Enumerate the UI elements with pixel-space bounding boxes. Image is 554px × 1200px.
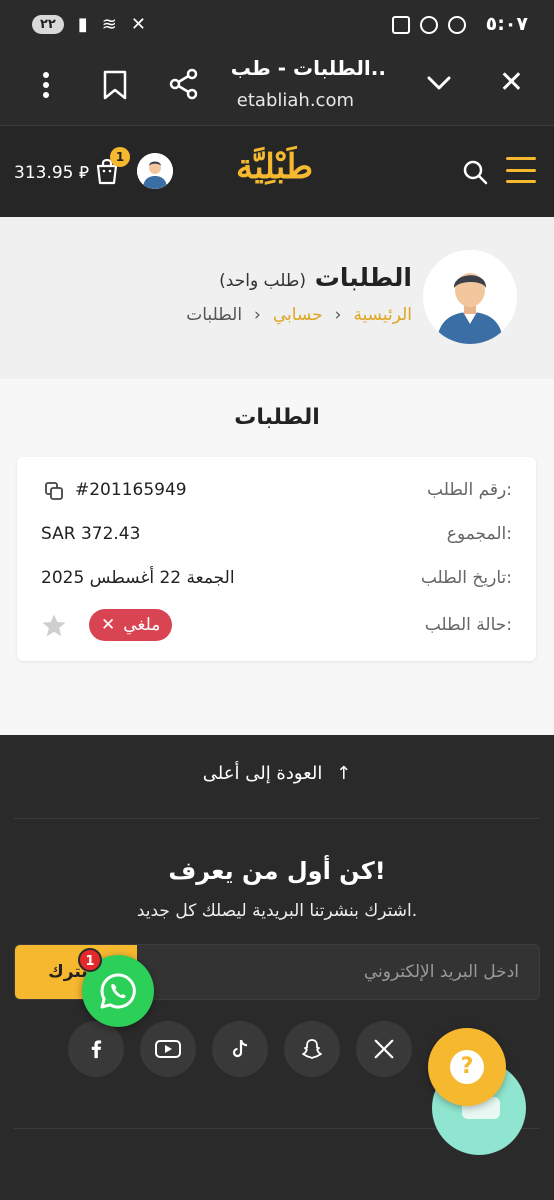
hamburger-menu-icon[interactable]	[506, 157, 536, 183]
newsletter-heading: كن أول من يعرف!	[168, 857, 386, 885]
youtube-icon[interactable]	[140, 1021, 196, 1077]
help-button[interactable]: ?	[428, 1028, 506, 1106]
social-links	[68, 1021, 412, 1077]
order-date-row: تاريخ الطلب: الجمعة 22 أغسطس 2025	[17, 565, 536, 595]
order-date-value: الجمعة 22 أغسطس 2025	[41, 568, 235, 588]
order-total-row: المجموع: SAR 372.43	[17, 521, 536, 551]
site-logo[interactable]: طَبْلِيَّة	[236, 147, 313, 187]
question-icon: ?	[450, 1050, 484, 1084]
url-text[interactable]: etabliah.com	[237, 90, 354, 111]
whatsapp-icon	[100, 973, 136, 1009]
breadcrumb-separator: ‹	[334, 305, 342, 325]
profile-panel: الطلبات (طلب واحد) الرئيسية ‹ حسابي ‹ ال…	[0, 217, 554, 379]
order-count: (طلب واحد)	[219, 271, 307, 291]
order-number-label: رقم الطلب:	[427, 480, 512, 500]
orders-heading: الطلبات	[234, 405, 320, 430]
close-icon[interactable]: ✕	[499, 68, 524, 98]
back-to-top-link[interactable]: العودة إلى أعلى ↑	[0, 763, 554, 784]
status-text: ملغي	[123, 615, 161, 635]
order-status-label: حالة الطلب:	[424, 615, 512, 635]
tiktok-icon[interactable]	[212, 1021, 268, 1077]
copy-icon[interactable]	[45, 482, 63, 500]
order-status-row: حالة الطلب: ملغي ✕	[17, 609, 536, 643]
breadcrumb-current: الطلبات	[186, 305, 243, 325]
page-title: الطلبات (طلب واحد)	[219, 263, 412, 292]
signal-icon: ▮	[77, 14, 88, 35]
status-badge: ملغي ✕	[89, 609, 173, 641]
app-icon	[420, 16, 438, 34]
browser-toolbar: ✕ الطلبات - طب.. etabliah.com	[0, 50, 554, 126]
breadcrumb-account[interactable]: حسابي	[273, 305, 323, 325]
bookmark-icon[interactable]	[102, 70, 128, 100]
divider	[14, 818, 540, 819]
order-number-value[interactable]: #201165949	[75, 480, 187, 500]
x-icon[interactable]	[356, 1021, 412, 1077]
mute-icon: ✕	[130, 14, 146, 35]
wallet-balance[interactable]: 313.95 ⃁	[14, 161, 89, 183]
email-field[interactable]	[135, 945, 539, 999]
chevron-down-icon[interactable]	[424, 68, 454, 98]
order-total-value: SAR 372.43	[41, 524, 141, 544]
snapchat-icon[interactable]	[284, 1021, 340, 1077]
breadcrumb-home[interactable]: الرئيسية	[353, 305, 412, 325]
order-total-label: المجموع:	[446, 524, 512, 544]
site-header: طَبْلِيَّة 1 313.95 ⃁	[0, 127, 554, 217]
battery-indicator: ٢٢	[32, 15, 64, 34]
order-card[interactable]: رقم الطلب: #201165949 المجموع: SAR 372.4…	[17, 457, 536, 661]
clock: ٥:٠٧	[485, 13, 528, 35]
chrome-icon	[448, 16, 466, 34]
order-date-label: تاريخ الطلب:	[420, 568, 512, 588]
more-menu-icon[interactable]	[38, 70, 54, 100]
share-icon[interactable]	[168, 68, 200, 100]
breadcrumb-separator: ‹	[254, 305, 261, 325]
breadcrumb: الرئيسية ‹ حسابي ‹ الطلبات	[186, 305, 412, 325]
notification-badge: 1	[78, 948, 102, 972]
status-bar: ٢٢ ▮ ≋ ✕ ٥:٠٧	[0, 0, 554, 50]
user-avatar[interactable]	[137, 153, 173, 189]
facebook-icon[interactable]	[68, 1021, 124, 1077]
wifi-icon: ≋	[101, 14, 117, 35]
cart-count-badge: 1	[110, 147, 130, 167]
star-icon[interactable]	[41, 613, 67, 639]
order-number-row: رقم الطلب: #201165949	[17, 477, 536, 507]
page-title-text: الطلبات	[314, 263, 412, 292]
cancelled-icon: ✕	[101, 615, 116, 635]
search-icon[interactable]	[462, 159, 488, 185]
arrow-up-icon: ↑	[336, 763, 352, 784]
page-title-tab: الطلبات - طب..	[230, 56, 386, 80]
profile-avatar	[423, 250, 517, 344]
orders-section: الطلبات رقم الطلب: #201165949 المجموع: S…	[0, 379, 554, 735]
status-right-icons	[392, 16, 466, 34]
status-left: ٢٢ ▮ ≋ ✕	[32, 14, 146, 35]
screenshot-icon	[392, 16, 410, 34]
back-to-top-text: العودة إلى أعلى	[202, 763, 323, 784]
newsletter-subtitle: اشترك بنشرتنا البريدية ليصلك كل جديد.	[136, 901, 418, 921]
